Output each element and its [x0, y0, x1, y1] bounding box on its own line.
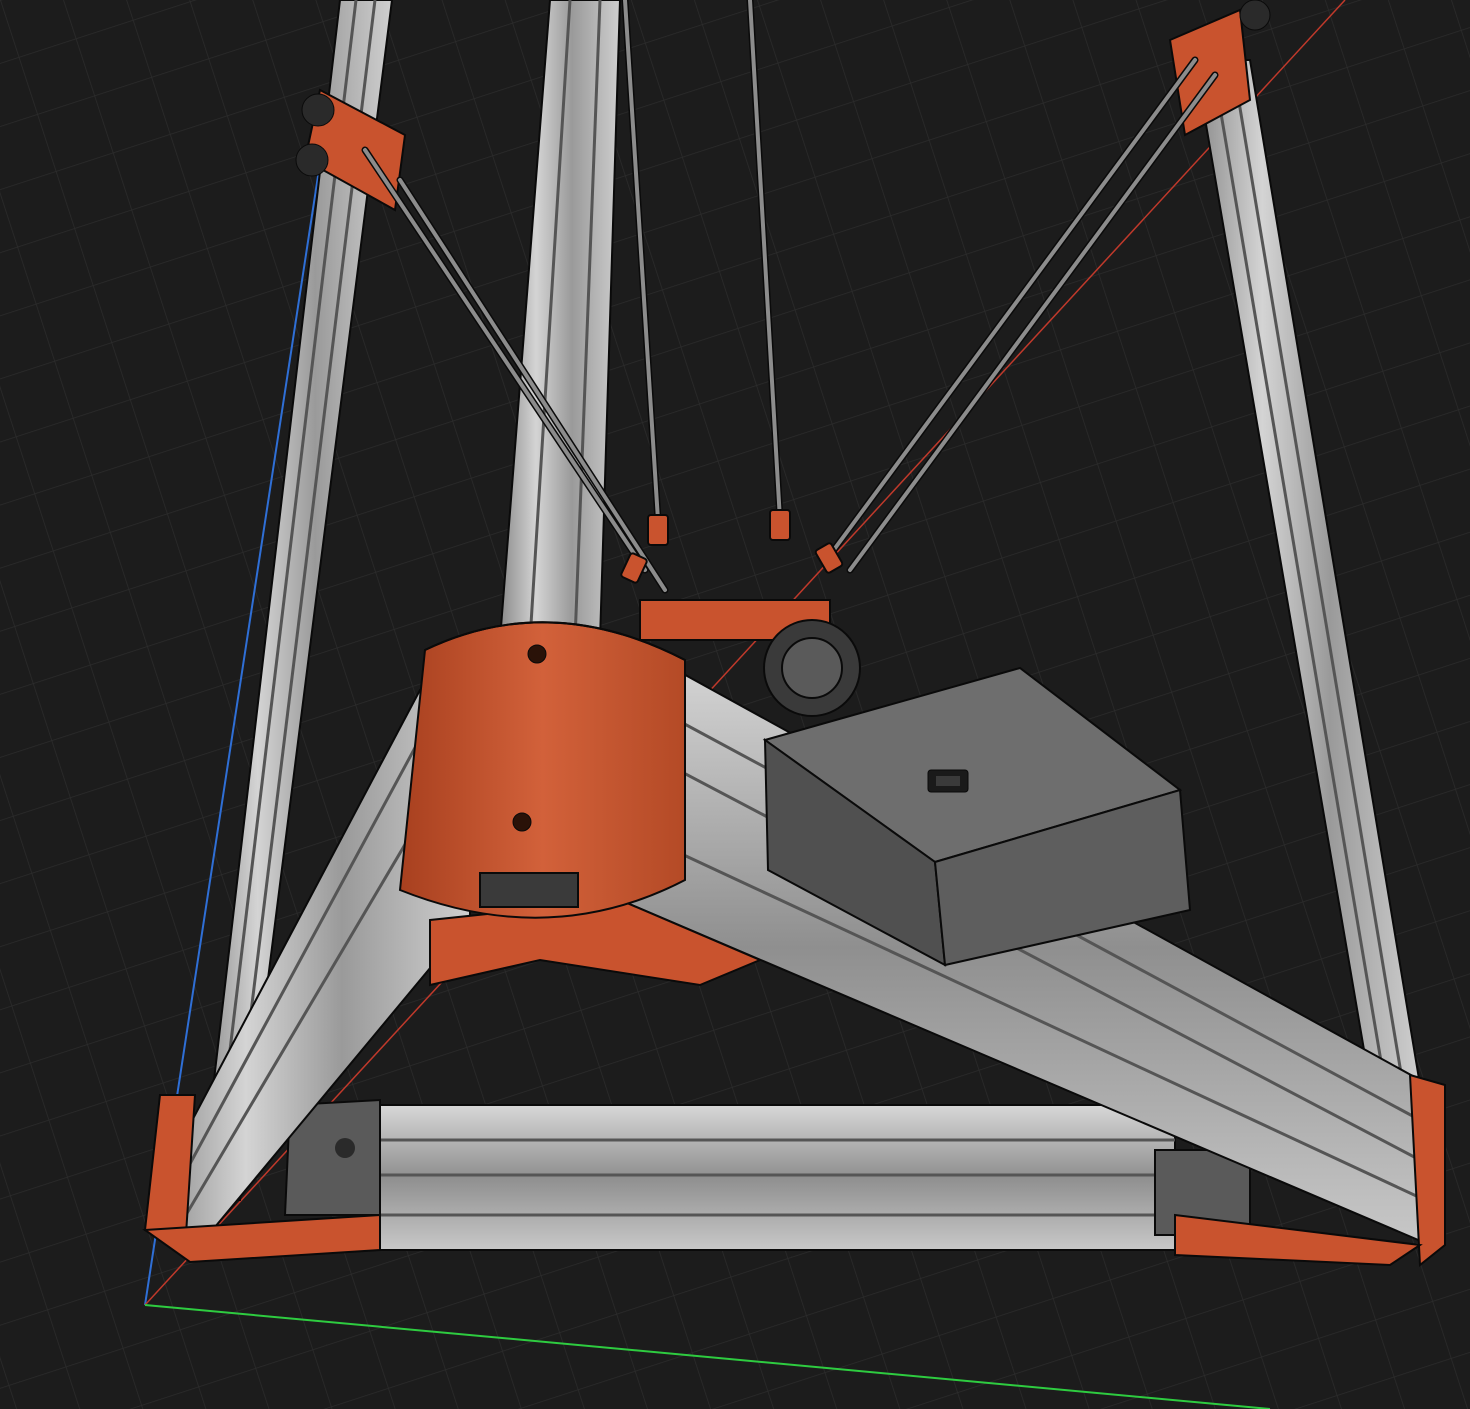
usb-port-icon: [927, 769, 969, 793]
base-extrusion-rear[interactable]: [379, 1104, 1176, 1251]
connector-plate: [479, 872, 579, 908]
cylindrical-mount[interactable]: [398, 621, 686, 919]
cad-3d-viewport[interactable]: [0, 0, 1470, 1409]
